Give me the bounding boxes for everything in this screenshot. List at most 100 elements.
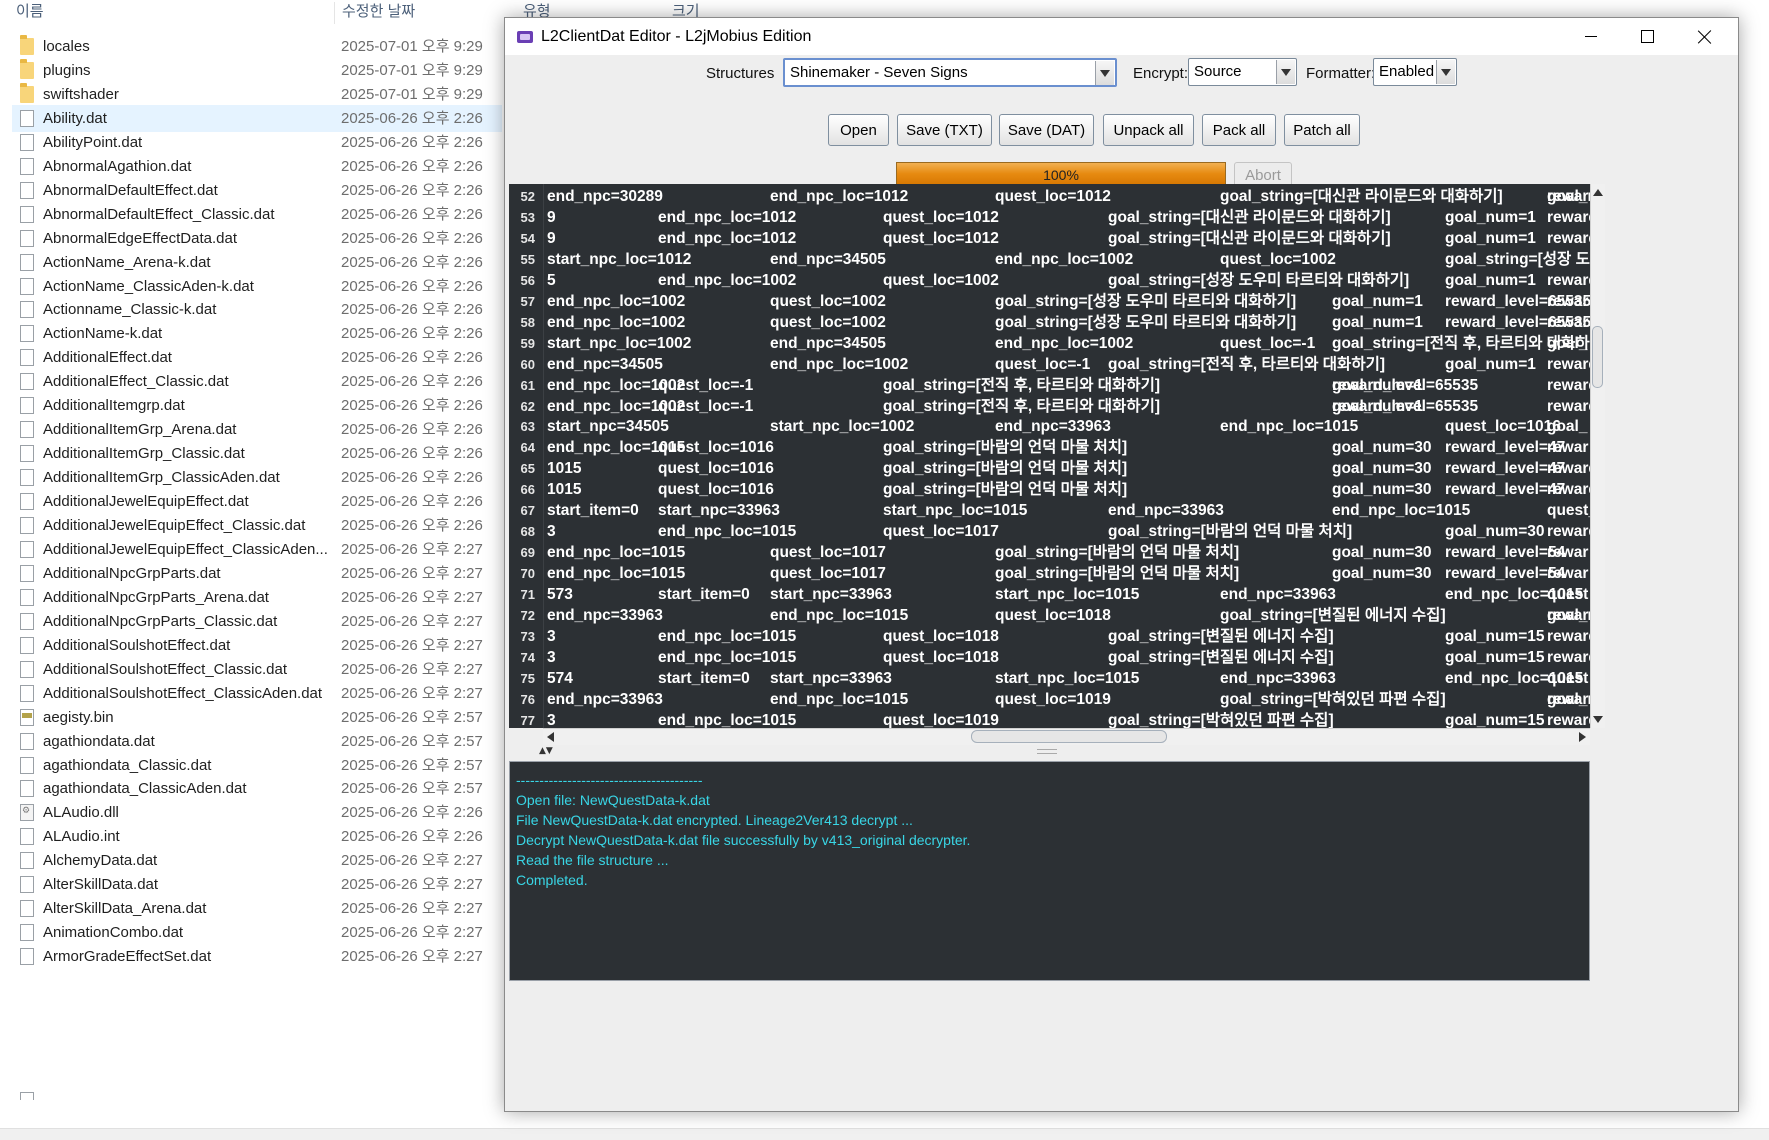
minimize-button[interactable] xyxy=(1568,18,1614,55)
file-row[interactable]: AdditionalSoulshotEffect.dat 2025-06-26 오… xyxy=(12,632,502,659)
chevron-down-icon[interactable] xyxy=(1276,60,1295,84)
data-line[interactable]: 5 end_npc_loc=1002 quest_loc=1002 goal_stri… xyxy=(547,270,1590,291)
file-row[interactable]: AbnormalDefaultEffect.dat 2025-06-26 오후 2… xyxy=(12,177,502,204)
file-row[interactable]: plugins 2025-07-01 오후 9:29 xyxy=(12,57,502,84)
grip-icon[interactable] xyxy=(1037,749,1057,754)
file-row[interactable]: Ability.dat 2025-06-26 오후 2:26 xyxy=(12,105,502,132)
data-line[interactable]: 3 end_npc_loc=1015 quest_loc=1017 goal_stri… xyxy=(547,521,1590,542)
horizontal-scroll-thumb[interactable] xyxy=(971,730,1167,743)
file-row[interactable]: AdditionalJewelEquipEffect_ClassicAden..… xyxy=(12,536,502,563)
data-line[interactable]: 3 end_npc_loc=1015 quest_loc=1019 goal_stri… xyxy=(547,710,1590,728)
patch-all-button[interactable]: Patch all xyxy=(1284,114,1360,146)
chevron-down-icon[interactable] xyxy=(1436,60,1455,84)
file-row[interactable]: AdditionalNpcGrpParts_Classic.dat 2025-06… xyxy=(12,608,502,635)
data-line[interactable]: end_npc=33963 end_npc_loc=1015 quest_loc=1… xyxy=(547,689,1590,710)
data-line[interactable]: 3 end_npc_loc=1015 quest_loc=1018 goal_stri… xyxy=(547,626,1590,647)
data-line[interactable]: 1015 quest_loc=1016 goal_string=[바람의 언덕 마물… xyxy=(547,479,1590,500)
data-line[interactable]: 573 start_item=0 start_npc=33963 start_npc_… xyxy=(547,584,1590,605)
data-line[interactable]: end_npc_loc=1002 quest_loc=-1 goal_string=… xyxy=(547,375,1590,396)
partially-visible-row[interactable] xyxy=(12,1092,502,1100)
file-row[interactable]: agathiondata_ClassicAden.dat 2025-06-26 오… xyxy=(12,775,502,802)
chevron-down-icon[interactable] xyxy=(1095,61,1114,85)
unpack-all-button[interactable]: Unpack all xyxy=(1103,114,1194,146)
data-line[interactable]: 9 end_npc_loc=1012 quest_loc=1012 goal_stri… xyxy=(547,207,1590,228)
file-row[interactable]: AdditionalNpcGrpParts_Arena.dat 2025-06-2… xyxy=(12,584,502,611)
scroll-left-icon[interactable] xyxy=(547,732,554,742)
title-bar[interactable]: L2ClientDat Editor - L2jMobius Edition xyxy=(505,18,1738,55)
file-row[interactable]: AlchemyData.dat 2025-06-26 오후 2:27 xyxy=(12,847,502,874)
data-line[interactable]: start_npc=34505 start_npc_loc=1002 end_npc… xyxy=(547,416,1590,437)
open-button[interactable]: Open xyxy=(828,114,889,146)
file-row[interactable]: AdditionalJewelEquipEffect.dat 2025-06-26… xyxy=(12,488,502,515)
file-row[interactable]: aegisty.bin 2025-06-26 오후 2:57 xyxy=(12,704,502,731)
file-row[interactable]: AbnormalEdgeEffectData.dat 2025-06-26 오후 … xyxy=(12,225,502,252)
file-row[interactable]: AdditionalJewelEquipEffect_Classic.dat 20… xyxy=(12,512,502,539)
save-txt-button[interactable]: Save (TXT) xyxy=(897,114,992,146)
vertical-scrollbar[interactable] xyxy=(1590,184,1605,728)
file-row[interactable]: ActionName_Arena-k.dat 2025-06-26 오후 2:26 xyxy=(12,249,502,276)
close-button[interactable] xyxy=(1682,18,1728,55)
file-row[interactable]: AdditionalNpcGrpParts.dat 2025-06-26 오후 2… xyxy=(12,560,502,587)
data-line[interactable]: start_npc_loc=1012 end_npc=34505 end_npc_l… xyxy=(547,249,1590,270)
data-line[interactable]: end_npc_loc=1002 quest_loc=1002 goal_strin… xyxy=(547,291,1590,312)
maximize-button[interactable] xyxy=(1624,18,1670,55)
file-row[interactable]: AdditionalEffect.dat 2025-06-26 오후 2:26 xyxy=(12,344,502,371)
data-text-area[interactable]: 52 53 54 55 56 57 58 59 60 61 62 63 64 65 66 67 68 69 70 71… xyxy=(509,184,1590,728)
file-row[interactable]: ALAudio.dll 2025-06-26 오후 2:26 xyxy=(12,799,502,826)
log-console[interactable]: ----------------------------------------… xyxy=(509,761,1590,981)
file-row[interactable]: AdditionalItemgrp.dat 2025-06-26 오후 2:26 xyxy=(12,392,502,419)
vertical-scroll-thumb[interactable] xyxy=(1592,326,1603,388)
file-row[interactable]: swiftshader 2025-07-01 오후 9:29 xyxy=(12,81,502,108)
data-line[interactable]: end_npc=33963 end_npc_loc=1015 quest_loc=1… xyxy=(547,605,1590,626)
file-row[interactable]: AdditionalItemGrp_ClassicAden.dat 2025-06… xyxy=(12,464,502,491)
horizontal-scrollbar[interactable] xyxy=(543,728,1590,745)
scroll-right-icon[interactable] xyxy=(1579,732,1586,742)
data-line[interactable]: 1015 quest_loc=1016 goal_string=[바람의 언덕 마물… xyxy=(547,458,1590,479)
file-row[interactable]: AdditionalSoulshotEffect_Classic.dat 2025… xyxy=(12,656,502,683)
data-line[interactable]: 9 end_npc_loc=1012 quest_loc=1012 goal_stri… xyxy=(547,228,1590,249)
data-line[interactable]: end_npc_loc=1015 quest_loc=1017 goal_strin… xyxy=(547,563,1590,584)
formatter-select[interactable]: Enabled xyxy=(1373,58,1457,86)
collapse-arrows-icon[interactable]: ▲▼ xyxy=(539,745,553,757)
data-content[interactable]: end_npc=30289 end_npc_loc=1012 quest_loc=1… xyxy=(547,184,1590,728)
file-row[interactable]: ArmorGradeEffectSet.dat 2025-06-26 오후 2:2… xyxy=(12,943,502,970)
file-row[interactable]: Actionname_Classic-k.dat 2025-06-26 오후 2:… xyxy=(12,296,502,323)
file-row[interactable]: AlterSkillData.dat 2025-06-26 오후 2:27 xyxy=(12,871,502,898)
data-line[interactable]: 574 start_item=0 start_npc=33963 start_npc_… xyxy=(547,668,1590,689)
data-line[interactable]: start_item=0 start_npc=33963 start_npc_loc… xyxy=(547,500,1590,521)
file-row[interactable]: AlterSkillData_Arena.dat 2025-06-26 오후 2:… xyxy=(12,895,502,922)
file-row[interactable]: AnimationCombo.dat 2025-06-26 오후 2:27 xyxy=(12,919,502,946)
file-row[interactable]: AdditionalItemGrp_Arena.dat 2025-06-26 오후… xyxy=(12,416,502,443)
column-header-date[interactable]: 수정한 날짜 xyxy=(342,0,415,26)
data-line[interactable]: end_npc_loc=1002 quest_loc=-1 goal_string=… xyxy=(547,396,1590,417)
scroll-up-icon[interactable] xyxy=(1593,189,1603,196)
file-row[interactable]: AdditionalEffect_Classic.dat 2025-06-26 오… xyxy=(12,368,502,395)
column-header-name[interactable]: 이름 xyxy=(16,0,44,26)
data-line[interactable]: 3 end_npc_loc=1015 quest_loc=1018 goal_stri… xyxy=(547,647,1590,668)
file-row[interactable]: AbnormalAgathion.dat 2025-06-26 오후 2:26 xyxy=(12,153,502,180)
file-row[interactable]: AbnormalDefaultEffect_Classic.dat 2025-06… xyxy=(12,201,502,228)
data-line[interactable]: end_npc=30289 end_npc_loc=1012 quest_loc=1… xyxy=(547,186,1590,207)
structures-select[interactable]: Shinemaker - Seven Signs xyxy=(783,58,1117,87)
file-row[interactable]: AdditionalSoulshotEffect_ClassicAden.dat… xyxy=(12,680,502,707)
file-row[interactable]: agathiondata.dat 2025-06-26 오후 2:57 xyxy=(12,728,502,755)
data-line[interactable]: end_npc=34505 end_npc_loc=1002 quest_loc=-… xyxy=(547,354,1590,375)
file-row[interactable]: ALAudio.int 2025-06-26 오후 2:26 xyxy=(12,823,502,850)
data-field: end_npc_loc=1002 xyxy=(995,335,1134,352)
scroll-down-icon[interactable] xyxy=(1593,716,1603,723)
pack-all-button[interactable]: Pack all xyxy=(1202,114,1276,146)
save-dat-button[interactable]: Save (DAT) xyxy=(999,114,1094,146)
column-divider[interactable] xyxy=(334,2,335,24)
data-line[interactable]: end_npc_loc=1002 quest_loc=1002 goal_strin… xyxy=(547,312,1590,333)
file-row[interactable]: AdditionalItemGrp_Classic.dat 2025-06-26 … xyxy=(12,440,502,467)
encrypt-select[interactable]: Source xyxy=(1188,58,1297,86)
data-line[interactable]: end_npc_loc=1015 quest_loc=1017 goal_strin… xyxy=(547,542,1590,563)
bin-file-icon xyxy=(20,709,34,726)
data-line[interactable]: start_npc_loc=1002 end_npc=34505 end_npc_l… xyxy=(547,333,1590,354)
file-row[interactable]: locales 2025-07-01 오후 9:29 xyxy=(12,33,502,60)
file-icon xyxy=(20,948,34,965)
split-pane-divider[interactable]: ▲▼ xyxy=(505,745,1738,759)
data-line[interactable]: end_npc_loc=1015 quest_loc=1016 goal_strin… xyxy=(547,437,1590,458)
file-row[interactable]: AbilityPoint.dat 2025-06-26 오후 2:26 xyxy=(12,129,502,156)
file-row[interactable]: ActionName-k.dat 2025-06-26 오후 2:26 xyxy=(12,320,502,347)
